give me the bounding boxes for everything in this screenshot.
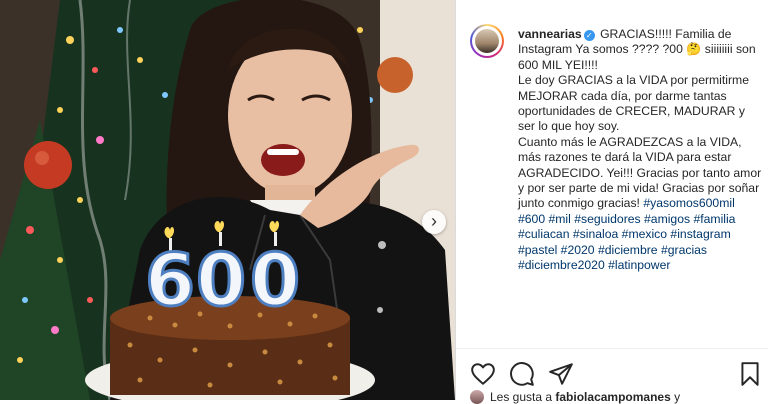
share-icon[interactable]	[548, 361, 574, 387]
ornament-ball	[24, 141, 72, 189]
post-caption: vannearias ✓ GRACIAS!!!!! Familia de Inst…	[518, 27, 764, 274]
username-link[interactable]: vannearias	[518, 27, 582, 41]
liker-username[interactable]: fabiolacampomanes	[555, 390, 670, 404]
post-photo[interactable]: 6 0 0 ›	[0, 0, 455, 400]
candle-digit-6: 6	[145, 238, 195, 322]
post-panel: vannearias ✓ GRACIAS!!!!! Familia de Inst…	[455, 0, 768, 404]
avatar[interactable]	[470, 24, 504, 58]
caption-text: GRACIAS!!!!! Familia de Instagram Ya som…	[518, 27, 762, 211]
post-image: 6 0 0	[0, 0, 455, 400]
comment-icon[interactable]	[509, 361, 535, 387]
heart-icon[interactable]	[470, 361, 496, 387]
open-mouth	[261, 144, 305, 176]
candle-digit-0-first: 0	[196, 238, 246, 322]
likes-line: Les gusta a fabiolacampomanes y	[470, 390, 680, 404]
next-photo-chevron-icon[interactable]: ›	[422, 210, 446, 234]
verified-badge-icon: ✓	[583, 30, 595, 41]
caption-area: vannearias ✓ GRACIAS!!!!! Familia de Inst…	[456, 0, 768, 348]
liker-avatar[interactable]	[470, 390, 484, 404]
bookmark-icon[interactable]	[737, 361, 763, 387]
candle-digit-0-second: 0	[250, 238, 300, 322]
